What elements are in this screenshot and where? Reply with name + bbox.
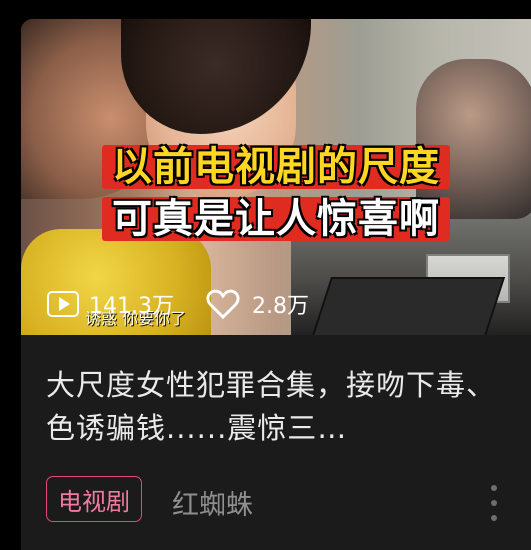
channel-name[interactable]: 红蜘蛛 bbox=[172, 483, 253, 522]
play-count: 141.3万 bbox=[89, 294, 174, 319]
keyboard-image bbox=[310, 277, 506, 335]
play-icon bbox=[47, 291, 79, 317]
video-title[interactable]: 大尺度女性犯罪合集，接吻下毒、色诱骗钱......震惊三… bbox=[46, 364, 496, 450]
video-card[interactable]: 以前电视剧的尺度 可真是让人惊喜啊 诱惑 你要你了 141.3万 2.8万 大尺… bbox=[21, 19, 531, 550]
heart-icon[interactable] bbox=[204, 288, 242, 320]
more-vertical-icon[interactable] bbox=[488, 485, 500, 521]
overlay-text-1: 以前电视剧的尺度 bbox=[102, 145, 450, 189]
overlay-title-line1: 以前电视剧的尺度 bbox=[21, 145, 531, 189]
like-count: 2.8万 bbox=[251, 294, 309, 319]
background-figure bbox=[416, 59, 531, 219]
overlay-text-2: 可真是让人惊喜啊 bbox=[102, 197, 450, 241]
video-thumbnail[interactable]: 以前电视剧的尺度 可真是让人惊喜啊 诱惑 你要你了 141.3万 2.8万 bbox=[21, 19, 531, 335]
video-stats: 141.3万 2.8万 bbox=[47, 288, 309, 320]
category-tag[interactable]: 电视剧 bbox=[46, 476, 142, 522]
overlay-title-line2: 可真是让人惊喜啊 bbox=[21, 197, 531, 241]
